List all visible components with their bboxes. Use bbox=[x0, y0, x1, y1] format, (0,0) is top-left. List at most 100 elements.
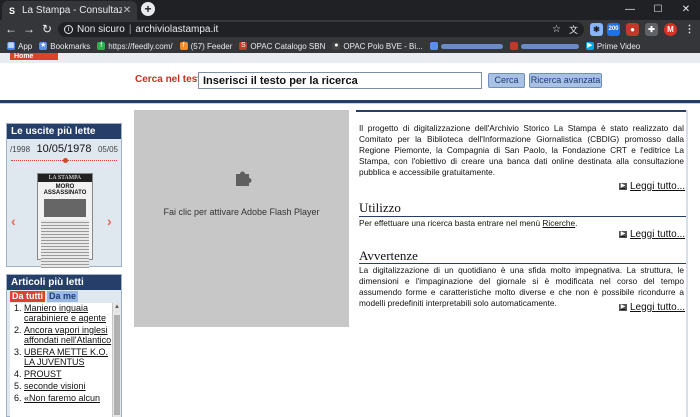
extension-red-icon[interactable]: ● bbox=[626, 23, 639, 36]
extensions-puzzle-icon[interactable]: ✚ bbox=[645, 23, 658, 36]
browser-toolbar: ← → ↻ i Non sicuro | archiviolastampa.it… bbox=[0, 20, 700, 39]
bookmark-prime-video[interactable]: ▶ Prime Video bbox=[585, 41, 641, 51]
timeline-handle[interactable] bbox=[63, 158, 68, 163]
timeline-slider[interactable] bbox=[11, 157, 117, 165]
bookmark-blurred-2[interactable] bbox=[509, 42, 579, 50]
scroll-thumb[interactable] bbox=[114, 315, 120, 415]
bookmarks-bar: ▦ App ★ Bookmarks f https://feedly.com/ … bbox=[0, 39, 700, 53]
prime-video-icon: ▶ bbox=[585, 42, 594, 50]
bookmark-star-icon[interactable]: ☆ bbox=[552, 24, 561, 35]
forward-icon[interactable]: → bbox=[22, 22, 36, 36]
tab-me[interactable]: Da me bbox=[47, 291, 79, 302]
bookmark-bookmarks[interactable]: ★ Bookmarks bbox=[39, 42, 90, 51]
bookmark-opac-bve[interactable]: ● OPAC Polo BVE - Bi... bbox=[332, 41, 423, 51]
flash-player-placeholder[interactable]: Fai clic per attivare Adobe Flash Player bbox=[134, 110, 349, 327]
search-button[interactable]: Cerca bbox=[488, 73, 525, 88]
blurred-icon bbox=[429, 42, 438, 50]
search-label: Cerca nel testo bbox=[135, 74, 207, 85]
blurred-label bbox=[520, 43, 579, 49]
utilizzo-end: . bbox=[575, 218, 578, 228]
newspaper-headline: MORO ASSASSINATO bbox=[43, 184, 87, 196]
list-item: «Non faremo alcun bbox=[24, 393, 112, 403]
header-divider-light bbox=[0, 103, 700, 104]
article-link[interactable]: Maniero inguaia carabiniere e agente bbox=[24, 303, 106, 323]
panel-title: Articoli più letti bbox=[7, 275, 121, 290]
apps-icon: ▦ bbox=[7, 42, 15, 50]
prev-issue-icon[interactable]: ‹ bbox=[11, 213, 16, 229]
next-issue-icon[interactable]: › bbox=[107, 213, 112, 229]
list-item: PROUST bbox=[24, 369, 112, 379]
bookmark-label: OPAC Polo BVE - Bi... bbox=[343, 41, 423, 51]
panel-title: Le uscite più lette bbox=[7, 124, 121, 139]
bookmark-label: Prime Video bbox=[596, 41, 641, 51]
tab-close-icon[interactable]: ✕ bbox=[122, 5, 132, 16]
minimize-button[interactable]: — bbox=[616, 0, 644, 20]
end-date[interactable]: 05/05 bbox=[98, 145, 118, 154]
arrow-right-icon: ▶ bbox=[619, 183, 627, 190]
advanced-search-button[interactable]: Ricerca avanzata bbox=[529, 73, 602, 88]
utilizzo-body: Per effettuare una ricerca basta entrare… bbox=[359, 218, 541, 228]
info-icon[interactable]: i bbox=[64, 25, 73, 34]
address-bar[interactable]: i Non sicuro | archiviolastampa.it ☆ 文 bbox=[58, 22, 584, 37]
newspaper-thumbnail[interactable]: LA STAMPA MORO ASSASSINATO bbox=[37, 173, 93, 268]
article-link[interactable]: PROUST bbox=[24, 369, 62, 379]
arrow-right-icon: ▶ bbox=[619, 231, 627, 238]
feedly-icon: f bbox=[97, 42, 106, 50]
articles-tabs: Da tutti Da me bbox=[7, 291, 121, 302]
section-title-avvertenze: Avvertenze bbox=[359, 248, 418, 263]
bookmark-opac-sbn[interactable]: S OPAC Catalogo SBN bbox=[239, 42, 325, 51]
tab-title: La Stampa - Consultazione Archivio bbox=[22, 5, 122, 16]
page-content: Home Cerca nel testo Cerca Ricerca avanz… bbox=[0, 53, 700, 417]
bve-icon: ● bbox=[332, 42, 341, 50]
security-label: Non sicuro bbox=[77, 24, 125, 35]
section-divider bbox=[359, 216, 687, 217]
browser-tab[interactable]: S La Stampa - Consultazione Archivio ✕ bbox=[2, 1, 137, 20]
bookmark-blurred-1[interactable] bbox=[429, 42, 503, 50]
maximize-button[interactable]: ☐ bbox=[644, 0, 672, 20]
list-item: Maniero inguaia carabiniere e agente bbox=[24, 303, 112, 323]
start-year[interactable]: /1998 bbox=[10, 145, 30, 154]
newspaper-columns bbox=[41, 220, 89, 268]
ricerche-link[interactable]: Ricerche bbox=[542, 218, 575, 228]
list-item: UBERA METTE K.O. LA JUVENTUS bbox=[24, 347, 112, 367]
utilizzo-text: Per effettuare una ricerca basta entrare… bbox=[359, 218, 684, 229]
flash-message: Fai clic per attivare Adobe Flash Player bbox=[163, 207, 320, 217]
bookmark-apps[interactable]: ▦ App bbox=[7, 42, 32, 51]
extension-badge-icon[interactable]: 200 bbox=[607, 23, 620, 36]
article-link[interactable]: seconde visioni bbox=[24, 381, 86, 391]
articles-scrollbar[interactable]: ▲ bbox=[112, 303, 121, 417]
bookmark-feedly[interactable]: f https://feedly.com/ bbox=[97, 42, 173, 51]
read-more-link-intro[interactable]: ▶ Leggi tutto... bbox=[619, 181, 685, 192]
tab-strip: S La Stampa - Consultazione Archivio ✕ +… bbox=[0, 0, 700, 20]
scroll-up-icon[interactable]: ▲ bbox=[113, 303, 121, 311]
plugin-puzzle-icon bbox=[236, 171, 252, 186]
star-icon: ★ bbox=[39, 42, 48, 50]
intro-text: Il progetto di digitalizzazione dell'Arc… bbox=[359, 123, 684, 177]
home-tab[interactable]: Home bbox=[10, 53, 58, 60]
read-more-label: Leggi tutto... bbox=[630, 302, 686, 313]
search-input[interactable] bbox=[198, 72, 482, 89]
bookmark-label: (57) Feeder bbox=[190, 41, 233, 51]
url-text[interactable]: archiviolastampa.it bbox=[135, 24, 218, 35]
close-window-button[interactable]: ✕ bbox=[672, 0, 700, 20]
article-link[interactable]: Ancora vapori inglesi affondati nell'Atl… bbox=[24, 325, 111, 345]
translate-icon[interactable]: 文 bbox=[569, 23, 578, 36]
back-icon[interactable]: ← bbox=[4, 22, 18, 36]
read-more-link-avvertenze[interactable]: ▶ Leggi tutto... bbox=[619, 302, 685, 313]
bookmark-label: OPAC Catalogo SBN bbox=[250, 41, 326, 51]
avatar[interactable]: M bbox=[664, 23, 677, 36]
most-read-issues-panel: Le uscite più lette /1998 10/05/1978 05/… bbox=[6, 123, 122, 268]
article-link[interactable]: «Non faremo alcun bbox=[24, 393, 100, 403]
extension-icon[interactable]: ✱ bbox=[590, 23, 603, 36]
current-date: 10/05/1978 bbox=[36, 143, 92, 155]
new-tab-button[interactable]: + bbox=[141, 2, 155, 16]
read-more-link-utilizzo[interactable]: ▶ Leggi tutto... bbox=[619, 229, 685, 240]
bookmark-feeder[interactable]: f (57) Feeder bbox=[179, 41, 233, 51]
article-link[interactable]: UBERA METTE K.O. LA JUVENTUS bbox=[24, 347, 108, 367]
reload-icon[interactable]: ↻ bbox=[40, 22, 54, 36]
tab-all[interactable]: Da tutti bbox=[10, 291, 45, 302]
newspaper-photo bbox=[44, 199, 86, 217]
newspaper-masthead: LA STAMPA bbox=[38, 174, 92, 182]
right-edge-bar bbox=[686, 110, 688, 417]
menu-icon[interactable]: ⋮ bbox=[683, 23, 696, 36]
